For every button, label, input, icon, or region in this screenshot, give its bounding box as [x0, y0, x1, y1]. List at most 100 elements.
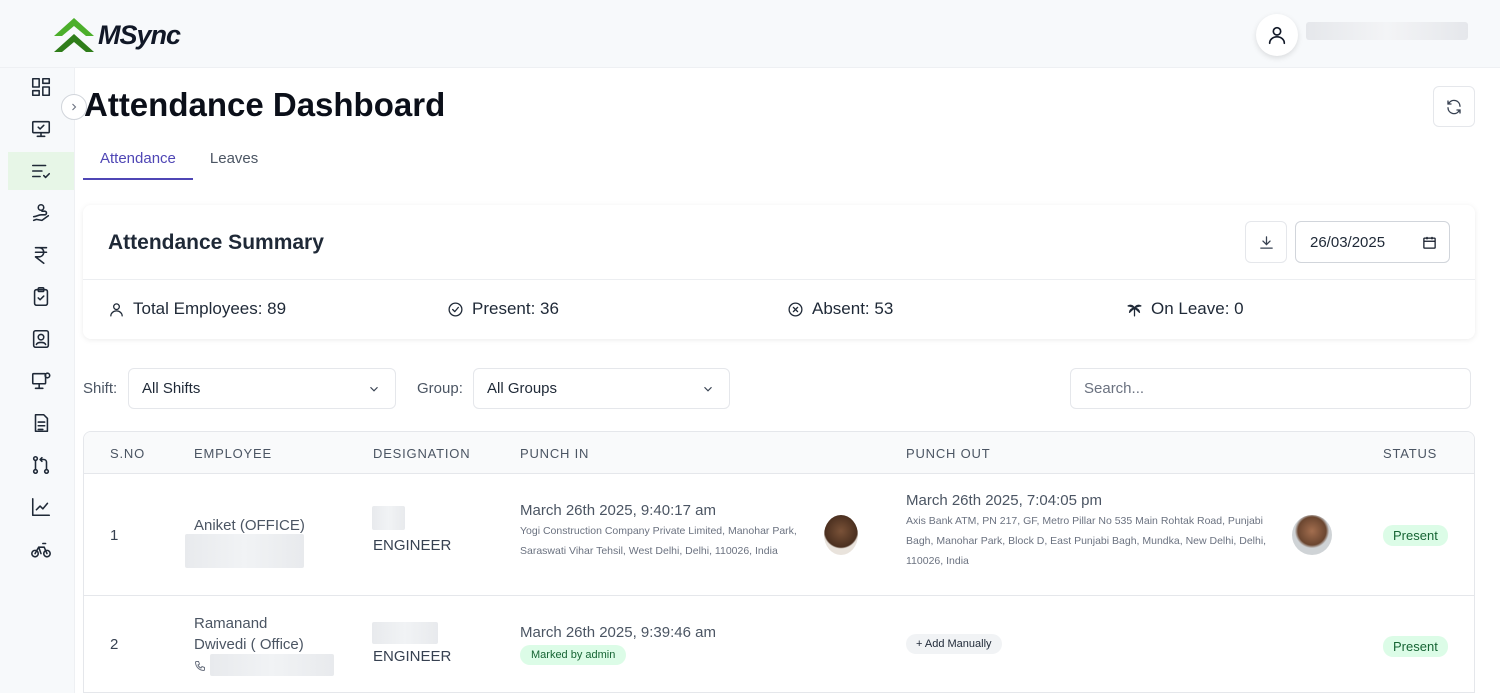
group-label: Group: [417, 380, 463, 397]
payments-icon [32, 203, 50, 222]
designation-detail-redacted [372, 622, 438, 644]
row-sno: 1 [110, 527, 119, 544]
tab-bar: Attendance Leaves [83, 140, 275, 180]
id-badge-icon [32, 329, 50, 349]
punch-out-time: March 26th 2025, 7:04:05 pm [906, 492, 1102, 509]
list-check-icon [31, 164, 51, 179]
punch-in-time: March 26th 2025, 9:40:17 am [520, 502, 716, 519]
date-value: 26/03/2025 [1310, 233, 1386, 251]
date-picker[interactable]: 26/03/2025 [1295, 221, 1450, 263]
employee-name[interactable]: Ramanand Dwivedi ( Office) [194, 613, 324, 655]
x-circle-icon [788, 301, 803, 317]
designation: ENGINEER [373, 537, 452, 554]
sidebar-item-requests[interactable] [8, 446, 74, 484]
column-header-punch-out: PUNCH OUT [906, 446, 991, 461]
marked-by-admin-badge: Marked by admin [520, 645, 627, 665]
dashboard-icon [31, 77, 51, 97]
user-icon [110, 302, 123, 317]
clipboard-check-icon [33, 287, 49, 307]
add-manually-button[interactable]: + Add Manually [906, 634, 1002, 654]
chevron-right-icon [72, 103, 77, 111]
column-header-employee: EMPLOYEE [194, 446, 272, 461]
sidebar-item-field[interactable] [8, 530, 74, 568]
calendar-icon[interactable] [1422, 235, 1437, 250]
sidebar-item-payments[interactable] [8, 194, 74, 232]
sidebar [0, 68, 75, 693]
punch-out-cell: March 26th 2025, 7:04:05 pm Axis Bank AT… [906, 492, 1283, 571]
monitor-icon [31, 120, 51, 138]
column-header-designation: DESIGNATION [373, 446, 471, 461]
punch-out-photo[interactable] [1292, 515, 1332, 555]
sidebar-item-payroll[interactable] [8, 236, 74, 274]
stat-total-text: Total Employees: 89 [133, 299, 287, 318]
sidebar-item-remote[interactable] [8, 362, 74, 400]
punch-in-cell: March 26th 2025, 9:40:17 am Yogi Constru… [520, 502, 820, 561]
status-badge: Present [1383, 525, 1448, 546]
search-input[interactable] [1070, 368, 1471, 409]
chevron-down-icon [704, 386, 712, 392]
stat-total-employees: Total Employees: 89 [108, 299, 286, 319]
attendance-table: S.NO EMPLOYEE DESIGNATION PUNCH IN PUNCH… [83, 431, 1475, 693]
group-select-value: All Groups [487, 380, 558, 397]
column-header-punch-in: PUNCH IN [520, 446, 590, 461]
stat-absent: Absent: 53 [787, 299, 893, 319]
monitor-user-icon [31, 372, 51, 390]
user-avatar[interactable] [1256, 14, 1298, 56]
sidebar-item-attendance[interactable] [8, 152, 74, 190]
attendance-summary-card: Attendance Summary 26/03/2025 Total Empl… [83, 205, 1475, 339]
user-name-redacted [1306, 22, 1468, 40]
top-bar: MSync [0, 0, 1500, 68]
shift-label: Shift: [83, 380, 118, 397]
stat-on-leave-text: On Leave: 0 [1151, 299, 1244, 318]
table-row[interactable]: 2 Ramanand Dwivedi ( Office) ENGINEER Ma… [84, 596, 1474, 692]
sidebar-item-employees[interactable] [8, 320, 74, 358]
employee-name[interactable]: Aniket (OFFICE) [194, 515, 305, 536]
git-pull-icon [32, 455, 50, 475]
summary-title: Attendance Summary [108, 231, 324, 254]
download-icon [1259, 235, 1273, 249]
phone-icon [194, 661, 205, 672]
group-select[interactable]: All Groups [473, 368, 730, 409]
document-icon [34, 413, 49, 433]
designation: ENGINEER [373, 648, 452, 665]
employee-detail-redacted [185, 534, 304, 568]
chart-icon [31, 497, 51, 517]
column-header-status: STATUS [1383, 446, 1438, 461]
rupee-icon [34, 246, 48, 265]
employee-phone-redacted [210, 654, 334, 676]
logo[interactable]: MSync [52, 14, 181, 56]
table-header: S.NO EMPLOYEE DESIGNATION PUNCH IN PUNCH… [84, 432, 1474, 474]
logo-mark-icon [54, 18, 94, 52]
refresh-icon [1447, 99, 1461, 114]
page-title: Attendance Dashboard [84, 86, 446, 123]
designation-detail-redacted [372, 506, 405, 530]
download-button[interactable] [1245, 221, 1287, 263]
tab-leaves[interactable]: Leaves [193, 140, 275, 180]
logo-text: MSync [98, 19, 181, 50]
sidebar-item-analytics[interactable] [8, 488, 74, 526]
sidebar-item-reports[interactable] [8, 404, 74, 442]
add-manually-label: Add Manually [924, 638, 992, 650]
punch-in-cell: March 26th 2025, 9:39:46 am Marked by ad… [520, 624, 820, 665]
punch-in-address: Yogi Construction Company Private Limite… [520, 525, 797, 557]
stat-present: Present: 36 [447, 299, 559, 319]
stat-absent-text: Absent: 53 [812, 299, 894, 318]
check-circle-icon [448, 301, 463, 317]
tab-attendance[interactable]: Attendance [83, 140, 193, 180]
refresh-button[interactable] [1433, 86, 1475, 127]
plus-icon: + [916, 638, 925, 650]
punch-in-photo[interactable] [824, 515, 858, 555]
chevron-down-icon [370, 386, 378, 392]
bicycle-icon [31, 542, 51, 558]
status-badge: Present [1383, 636, 1448, 657]
user-icon [1268, 26, 1286, 45]
sidebar-item-tasks[interactable] [8, 278, 74, 316]
summary-divider [83, 279, 1475, 280]
stat-on-leave: On Leave: 0 [1126, 299, 1244, 319]
row-sno: 2 [110, 636, 119, 653]
punch-out-address: Axis Bank ATM, PN 217, GF, Metro Pillar … [906, 515, 1267, 567]
column-header-sno: S.NO [110, 446, 145, 461]
palm-tree-icon [1127, 304, 1142, 317]
shift-select[interactable]: All Shifts [128, 368, 396, 409]
table-row[interactable]: 1 Aniket (OFFICE) ENGINEER March 26th 20… [84, 474, 1474, 596]
